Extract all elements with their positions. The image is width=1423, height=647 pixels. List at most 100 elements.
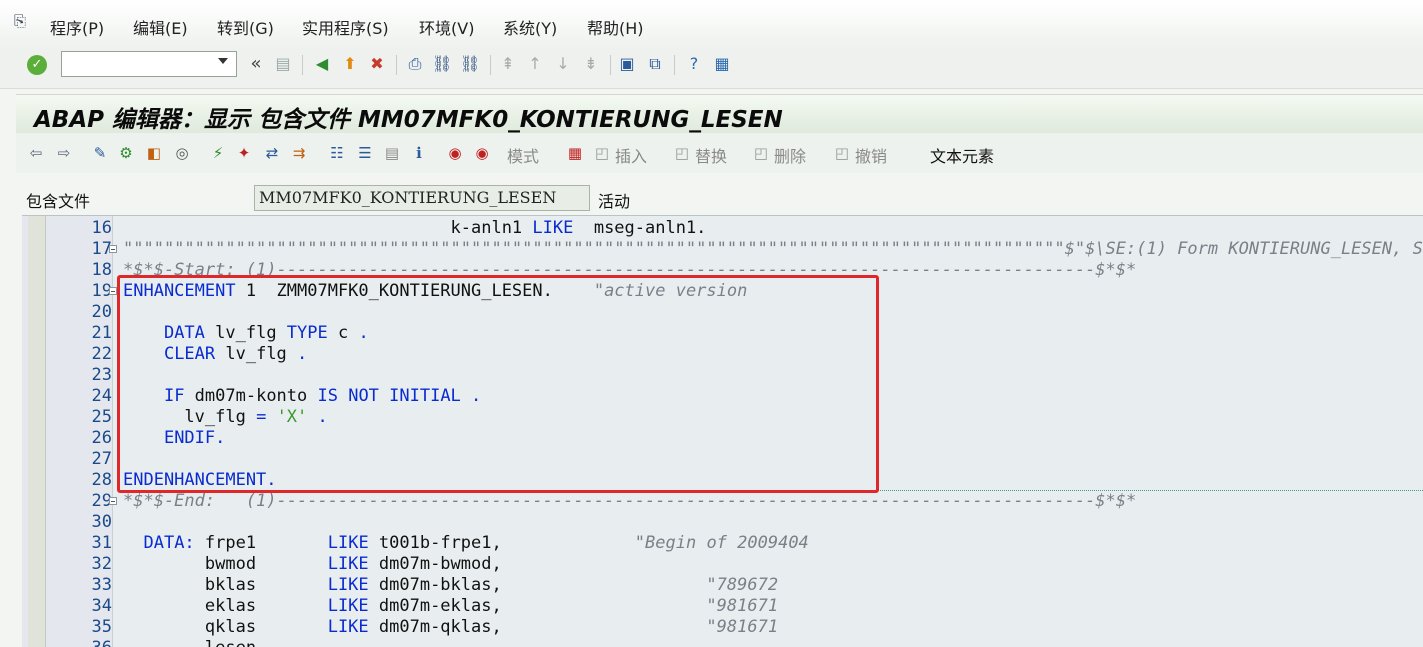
code-token: mseg-anln1.: [573, 218, 707, 238]
other-object-icon[interactable]: ◧: [144, 143, 164, 163]
toolbar-separator: [610, 55, 611, 75]
test-icon[interactable]: ✦: [234, 143, 254, 163]
title-bar: ABAP 编辑器：显示 包含文件 MM07MFK0_KONTIERUNG_LES…: [16, 94, 1423, 133]
line-number: 22: [91, 344, 112, 364]
code-text: """"""""""""""""""""""""""""""""""""""""…: [123, 239, 1423, 260]
shortcut-icon[interactable]: ⧉: [645, 53, 665, 75]
code-text: eklas LIKE dm07m-eklas, "981671: [123, 596, 778, 617]
fold-toggle-icon[interactable]: [109, 287, 117, 295]
external-breakpoint-icon[interactable]: ◉: [472, 143, 492, 163]
code-token: bklas: [123, 575, 328, 595]
code-token: qklas: [123, 617, 328, 637]
code-text: bwmod LIKE dm07m-bwmod,: [123, 554, 502, 575]
line-number: 21: [91, 323, 112, 343]
code-text: DATA: frpe1 LIKE t001b-frpe1, "Begin of …: [123, 533, 808, 554]
print-icon[interactable]: ⎙: [405, 53, 425, 75]
navigation-window-icon[interactable]: ☰: [355, 143, 375, 163]
where-used-icon[interactable]: ⇄: [262, 143, 282, 163]
first-page-icon[interactable]: ⇞: [498, 53, 518, 75]
status-label: 活动: [598, 192, 631, 211]
line-number: 17: [91, 239, 112, 259]
menu-help[interactable]: 帮助(H): [587, 15, 644, 39]
activate-icon[interactable]: ⚡: [208, 143, 228, 163]
menu-utilities[interactable]: 实用程序(S): [302, 15, 389, 39]
exit-icon[interactable]: ⬆: [340, 53, 360, 75]
code-token: dm07m-bwmod,: [368, 554, 502, 574]
back-arrow-icon[interactable]: ⇦: [26, 143, 46, 163]
layout-menu-icon[interactable]: ▦: [712, 53, 732, 75]
code-token: dm07m-bklas,: [368, 575, 707, 595]
command-field[interactable]: [61, 51, 237, 77]
history-chevron-icon[interactable]: «: [246, 53, 266, 75]
previous-page-icon[interactable]: ↑: [525, 53, 545, 75]
code-token: *$*$-End: (1)---------------------------…: [123, 491, 1137, 511]
menu-program[interactable]: 程序(P): [50, 15, 104, 39]
enhance-icon[interactable]: ⇉: [289, 143, 309, 163]
replace-icon[interactable]: ◰: [672, 143, 692, 163]
code-token: "981671: [706, 617, 779, 637]
line-number: 34: [91, 596, 112, 616]
include-label: 包含文件: [26, 192, 91, 211]
forward-arrow-icon[interactable]: ⇨: [54, 143, 74, 163]
info-icon[interactable]: ℹ: [409, 143, 429, 163]
line-number: 33: [91, 575, 112, 595]
display-change-icon[interactable]: ✎: [90, 143, 110, 163]
code-token: dm07m-qklas,: [368, 617, 707, 637]
pattern-button[interactable]: 模式: [507, 143, 539, 167]
active-inactive-icon[interactable]: ⚙: [116, 143, 136, 163]
undo-button[interactable]: 撤销: [855, 143, 887, 167]
new-session-icon[interactable]: ▣: [617, 53, 637, 75]
code-line[interactable]: 30: [22, 512, 1423, 533]
back-icon[interactable]: ◀: [312, 53, 332, 75]
line-number: 30: [91, 512, 112, 532]
menu-exit-icon[interactable]: ⎘: [14, 13, 32, 29]
code-line[interactable]: 34 eklas LIKE dm07m-eklas, "981671: [22, 596, 1423, 617]
code-line[interactable]: 16 k-anln1 LIKE mseg-anln1.: [22, 218, 1423, 239]
help-icon[interactable]: ?: [684, 53, 704, 75]
line-number: 32: [91, 554, 112, 574]
fold-toggle-icon[interactable]: [109, 245, 117, 253]
menu-system[interactable]: 系统(Y): [503, 15, 557, 39]
fold-toggle-icon[interactable]: [109, 497, 117, 505]
pretty-printer-icon[interactable]: ▦: [565, 143, 585, 163]
menu-edit[interactable]: 编辑(E): [133, 15, 188, 39]
object-list-icon[interactable]: ☷: [327, 143, 347, 163]
enter-check-icon[interactable]: ✓: [27, 55, 47, 75]
text-elements-button[interactable]: 文本元素: [930, 143, 994, 167]
code-token: frpe1: [194, 533, 328, 553]
code-token: t001b-frpe1,: [368, 533, 635, 553]
undo-icon[interactable]: ◰: [832, 143, 852, 163]
code-line[interactable]: 32 bwmod LIKE dm07m-bwmod,: [22, 554, 1423, 575]
code-text: k-anln1 LIKE mseg-anln1.: [123, 218, 707, 239]
code-line[interactable]: 33 bklas LIKE dm07m-bklas, "789672: [22, 575, 1423, 596]
code-text: bklas LIKE dm07m-bklas, "789672: [123, 575, 778, 596]
delete-icon[interactable]: ◰: [751, 143, 771, 163]
code-line[interactable]: 17 """"""""""""""""""""""""""""""""""""""…: [22, 239, 1423, 260]
code-token: "981671: [706, 596, 779, 616]
insert-icon[interactable]: ◰: [592, 143, 612, 163]
cancel-icon[interactable]: ✖: [367, 53, 387, 75]
last-page-icon[interactable]: ⇟: [581, 53, 601, 75]
check-icon[interactable]: ◎: [172, 143, 192, 163]
menu-environment[interactable]: 环境(V): [419, 15, 474, 39]
code-line[interactable]: 29 *$*$-End: (1)-------------------------…: [22, 491, 1423, 512]
code-line[interactable]: 35 qklas LIKE dm07m-qklas, "981671: [22, 617, 1423, 638]
code-token: LIKE: [327, 554, 369, 574]
code-token: eklas: [123, 596, 328, 616]
line-number: 18: [91, 260, 112, 280]
set-breakpoint-icon[interactable]: ◉: [445, 143, 465, 163]
next-page-icon[interactable]: ↓: [553, 53, 573, 75]
insert-button[interactable]: 插入: [615, 143, 647, 167]
outline-icon[interactable]: ▤: [382, 143, 402, 163]
find-next-icon[interactable]: ⛓: [460, 53, 480, 75]
include-name-field[interactable]: MM07MFK0_KONTIERUNG_LESEN: [254, 185, 590, 211]
code-line[interactable]: 31 DATA: frpe1 LIKE t001b-frpe1, "Begin …: [22, 533, 1423, 554]
menu-goto[interactable]: 转到(G): [217, 15, 274, 39]
command-dropdown-icon[interactable]: [218, 58, 228, 64]
replace-button[interactable]: 替换: [695, 143, 727, 167]
find-icon[interactable]: ⛓: [432, 53, 452, 75]
save-icon[interactable]: ▤: [273, 53, 293, 75]
code-token: LIKE: [327, 533, 369, 553]
delete-button[interactable]: 删除: [774, 143, 806, 167]
